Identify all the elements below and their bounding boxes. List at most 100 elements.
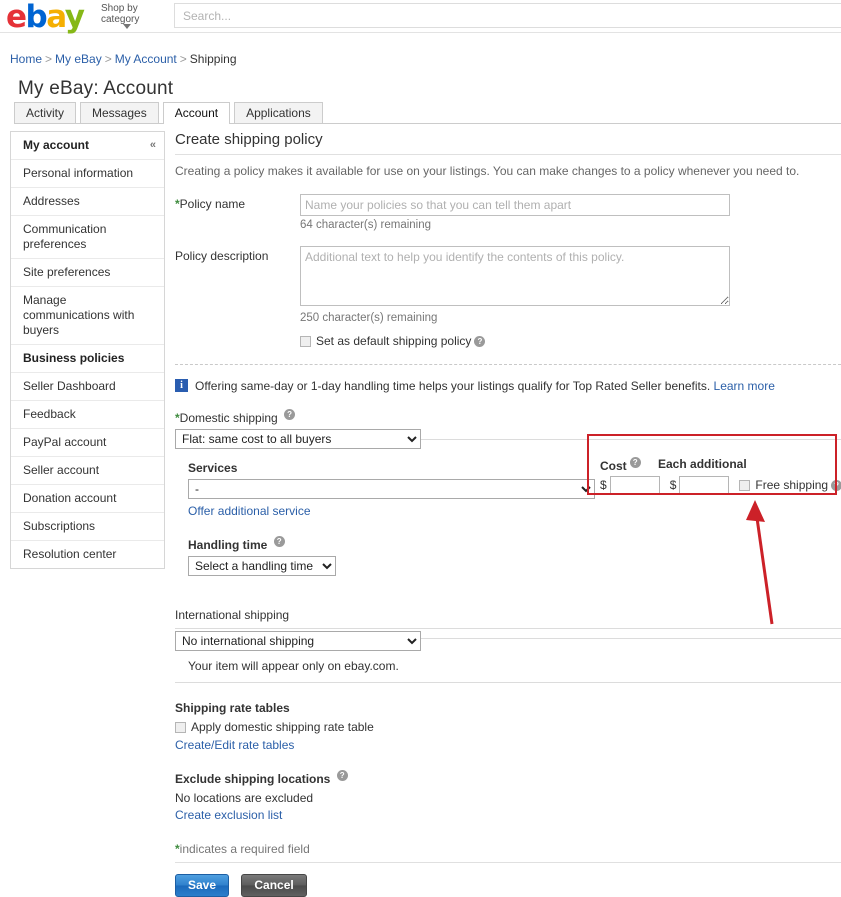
- ebay-logo[interactable]: ebay: [6, 1, 83, 33]
- section-title: Create shipping policy: [175, 131, 841, 148]
- tab-activity[interactable]: Activity: [14, 102, 76, 123]
- cost-headers: Cost? Each additional: [600, 457, 841, 473]
- title-divider: [175, 154, 841, 155]
- logo-letter-b: b: [26, 0, 47, 35]
- breadcrumb-item-my-ebay[interactable]: My eBay: [55, 52, 102, 66]
- help-icon[interactable]: ?: [337, 770, 348, 781]
- cost-inputs-row: $ $ Free shipping ?: [600, 476, 841, 494]
- sidebar-item-resolution-center[interactable]: Resolution center: [11, 541, 164, 568]
- policy-name-counter: 64 character(s) remaining: [300, 219, 841, 231]
- create-edit-rate-tables-link[interactable]: Create/Edit rate tables: [175, 738, 841, 752]
- shipping-rate-tables-title: Shipping rate tables: [175, 701, 841, 715]
- free-shipping-label: Free shipping: [755, 478, 828, 492]
- currency-symbol: $: [670, 478, 677, 492]
- sidebar-item-seller-dashboard[interactable]: Seller Dashboard: [11, 373, 164, 401]
- breadcrumb: Home>My eBay>My Account>Shipping: [10, 52, 237, 66]
- policy-description-label: Policy description: [175, 249, 295, 263]
- sidebar-item-manage-communications[interactable]: Manage communications with buyers: [11, 287, 164, 345]
- logo-letter-y: y: [65, 0, 84, 35]
- exclude-locations-block: Exclude shipping locations ? No location…: [175, 770, 841, 822]
- save-button[interactable]: Save: [175, 874, 229, 897]
- chevron-down-icon: [123, 24, 131, 29]
- logo-letter-e: e: [6, 0, 26, 35]
- sidebar-item-personal-information[interactable]: Personal information: [11, 160, 164, 188]
- collapse-sidebar-icon[interactable]: «: [150, 138, 156, 153]
- each-additional-input[interactable]: [679, 476, 729, 494]
- handling-time-select[interactable]: Select a handling time: [188, 556, 336, 576]
- sidebar-item-my-account: My account «: [11, 132, 164, 160]
- required-field-note: *indicates a required field: [175, 842, 841, 856]
- exclude-locations-title: Exclude shipping locations ?: [175, 770, 841, 786]
- cancel-button[interactable]: Cancel: [241, 874, 306, 897]
- tab-account[interactable]: Account: [163, 102, 230, 124]
- offer-additional-service-link[interactable]: Offer additional service: [188, 504, 311, 518]
- services-select[interactable]: -: [188, 479, 595, 499]
- exclude-locations-title-text: Exclude shipping locations: [175, 772, 330, 786]
- help-icon[interactable]: ?: [274, 536, 285, 547]
- shop-by-category-button[interactable]: Shop by category: [101, 3, 161, 25]
- handling-time-label-text: Handling time: [188, 538, 267, 552]
- handling-time-info-banner: i Offering same-day or 1-day handling ti…: [175, 379, 841, 393]
- search-box[interactable]: [174, 3, 841, 28]
- form-actions: Save Cancel: [175, 874, 841, 897]
- footer-divider: [175, 862, 841, 863]
- policy-description-textarea[interactable]: [300, 246, 730, 306]
- cost-header: Cost?: [600, 457, 658, 473]
- apply-rate-table-checkbox[interactable]: [175, 722, 186, 733]
- section-divider-dashed: [175, 364, 841, 365]
- breadcrumb-separator: >: [180, 52, 187, 66]
- sidebar-item-seller-account[interactable]: Seller account: [11, 457, 164, 485]
- default-policy-label: Set as default shipping policy: [316, 334, 471, 348]
- sidebar-item-business-policies[interactable]: Business policies: [11, 345, 164, 373]
- domestic-shipping-panel: Flat: same cost to all buyers Cost? Each…: [175, 429, 841, 590]
- sidebar-item-donation-account[interactable]: Donation account: [11, 485, 164, 513]
- cost-label: Cost: [600, 459, 627, 473]
- international-shipping-label: International shipping: [175, 608, 841, 622]
- help-icon[interactable]: ?: [474, 336, 485, 347]
- help-icon[interactable]: ?: [630, 457, 641, 468]
- international-shipping-select[interactable]: No international shipping: [175, 631, 421, 651]
- apply-rate-table-label: Apply domestic shipping rate table: [191, 720, 374, 734]
- search-input[interactable]: [175, 4, 841, 27]
- sidebar-item-subscriptions[interactable]: Subscriptions: [11, 513, 164, 541]
- create-exclusion-list-link[interactable]: Create exclusion list: [175, 808, 841, 822]
- tab-applications[interactable]: Applications: [234, 102, 323, 123]
- domestic-shipping-select[interactable]: Flat: same cost to all buyers: [175, 429, 421, 449]
- each-additional-label: Each additional: [658, 457, 747, 473]
- sidebar-item-site-preferences[interactable]: Site preferences: [11, 259, 164, 287]
- sidebar-item-paypal-account[interactable]: PayPal account: [11, 429, 164, 457]
- info-icon: i: [175, 379, 188, 392]
- breadcrumb-item-home[interactable]: Home: [10, 52, 42, 66]
- account-tabs: Activity Messages Account Applications: [14, 102, 841, 124]
- domestic-shipping-label-text: Domestic shipping: [180, 411, 278, 425]
- cost-input[interactable]: [610, 476, 660, 494]
- required-field-note-text: indicates a required field: [180, 842, 310, 856]
- policy-name-row: *Policy name 64 character(s) remaining: [175, 194, 841, 231]
- apply-rate-table-row: Apply domestic shipping rate table: [175, 720, 841, 734]
- policy-name-label-text: Policy name: [180, 197, 245, 211]
- policy-description-row: Policy description 250 character(s) rema…: [175, 246, 841, 324]
- domestic-panel-rule: [421, 439, 841, 440]
- policy-name-input[interactable]: [300, 194, 730, 216]
- shipping-rate-tables-block: Shipping rate tables Apply domestic ship…: [175, 701, 841, 752]
- info-banner-text: Offering same-day or 1-day handling time…: [195, 379, 710, 393]
- default-policy-checkbox[interactable]: [300, 336, 311, 347]
- default-policy-row: Set as default shipping policy ?: [300, 334, 841, 348]
- main-content: Create shipping policy Creating a policy…: [175, 131, 841, 897]
- policy-name-label: *Policy name: [175, 197, 295, 211]
- tab-messages[interactable]: Messages: [80, 102, 159, 123]
- domestic-shipping-body: Cost? Each additional $ $ Free shipping …: [188, 449, 841, 590]
- help-icon[interactable]: ?: [831, 480, 841, 491]
- free-shipping-checkbox[interactable]: [739, 480, 750, 491]
- page-title: My eBay: Account: [18, 78, 173, 100]
- breadcrumb-item-my-account[interactable]: My Account: [115, 52, 177, 66]
- international-shipping-panel: No international shipping Your item will…: [175, 628, 841, 683]
- policy-description-counter: 250 character(s) remaining: [300, 312, 841, 324]
- handling-time-label: Handling time ?: [188, 536, 841, 552]
- sidebar-item-communication-preferences[interactable]: Communication preferences: [11, 216, 164, 259]
- help-icon[interactable]: ?: [284, 409, 295, 420]
- cost-block: Cost? Each additional $ $ Free shipping …: [600, 457, 841, 494]
- sidebar-item-addresses[interactable]: Addresses: [11, 188, 164, 216]
- learn-more-link[interactable]: Learn more: [714, 379, 775, 393]
- sidebar-item-feedback[interactable]: Feedback: [11, 401, 164, 429]
